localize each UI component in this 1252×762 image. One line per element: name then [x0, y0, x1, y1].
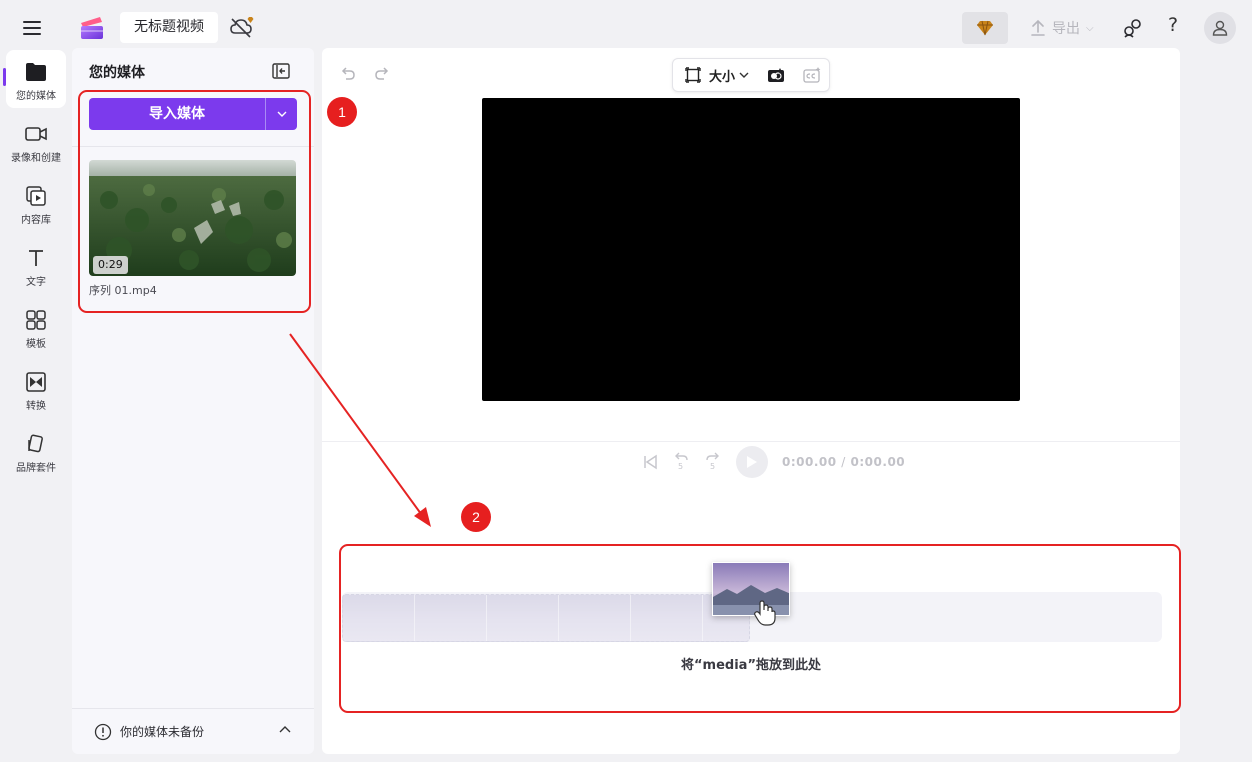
collapse-panel-icon[interactable] — [272, 63, 290, 79]
backup-notice-text: 你的媒体未备份 — [120, 725, 205, 739]
rail-label: 内容库 — [21, 215, 51, 226]
rail-label: 您的媒体 — [16, 91, 56, 102]
drop-hint: 将“media”拖放到此处 — [681, 658, 821, 673]
rail-item-text[interactable]: 文字 — [6, 236, 66, 294]
hand-cursor-icon — [752, 598, 778, 628]
import-media-label[interactable]: 导入媒体 — [89, 98, 265, 130]
file-name: 序列 01.mp4 — [89, 284, 157, 297]
chevron-up-icon[interactable] — [278, 723, 292, 737]
current-time: 0:00.00 — [782, 455, 837, 469]
redo-icon[interactable] — [374, 66, 390, 82]
rail-label: 品牌套件 — [16, 463, 56, 474]
export-button[interactable]: 导出 ⌵ — [1030, 14, 1094, 42]
forward-seconds: 5 — [710, 462, 716, 471]
divider — [322, 441, 1180, 442]
rail-item-your-media[interactable]: 您的媒体 — [6, 50, 66, 108]
play-button[interactable] — [736, 446, 768, 478]
info-icon — [94, 723, 112, 741]
text-icon — [25, 248, 47, 268]
export-label: 导出 — [1052, 21, 1080, 37]
video-canvas[interactable] — [482, 98, 1020, 401]
time-separator: / — [841, 455, 846, 469]
help-icon[interactable]: ? — [1162, 14, 1184, 42]
folder-icon — [25, 62, 47, 82]
app-logo-icon — [78, 14, 106, 42]
divider — [72, 146, 314, 147]
rail-label: 模板 — [26, 339, 46, 350]
backup-notice[interactable]: 你的媒体未备份 — [72, 708, 314, 754]
rail-label: 转换 — [26, 401, 46, 412]
rail-item-brand-kit[interactable]: 品牌套件 — [6, 422, 66, 480]
rail-label: 录像和创建 — [11, 153, 61, 164]
rail-item-templates[interactable]: 模板 — [6, 298, 66, 356]
templates-icon — [25, 310, 47, 330]
user-avatar[interactable] — [1204, 12, 1236, 44]
upload-icon — [1030, 19, 1046, 37]
rail-label: 文字 — [26, 277, 46, 288]
skip-to-start-icon[interactable] — [642, 454, 658, 470]
rail-item-content-library[interactable]: 内容库 — [6, 174, 66, 232]
forward-5-icon[interactable]: 5 — [704, 452, 722, 472]
undo-icon[interactable] — [340, 66, 356, 82]
share-icon[interactable] — [1120, 16, 1144, 40]
user-icon — [1211, 19, 1229, 37]
premium-diamond-icon — [976, 20, 994, 36]
annotation-badge-2: 2 — [461, 502, 491, 532]
rewind-5-icon[interactable]: 5 — [672, 452, 690, 472]
chevron-down-icon — [277, 111, 287, 117]
rail-item-transitions[interactable]: 转换 — [6, 360, 66, 418]
play-icon — [746, 455, 758, 469]
captions-icon[interactable] — [803, 67, 821, 83]
editor-stage: 大小 5 5 0:00.00 / 0:00.00 将“media”拖放到此处 — [322, 48, 1180, 754]
drag-ghost-clip — [342, 594, 750, 642]
duration-badge: 0:29 — [93, 256, 128, 274]
dragged-media-thumbnail — [712, 562, 790, 616]
ai-color-icon[interactable] — [767, 67, 785, 83]
video-camera-icon — [25, 124, 47, 144]
media-thumbnail: 0:29 — [89, 160, 296, 276]
canvas-toolbar: 大小 — [672, 58, 830, 92]
media-item[interactable]: 0:29 序列 01.mp4 — [89, 160, 297, 298]
project-title[interactable]: 无标题视频 — [120, 12, 218, 43]
media-panel: 您的媒体 导入媒体 0:29 序列 01.mp4 你的媒体未备份 — [72, 48, 314, 754]
size-button[interactable]: 大小 — [709, 66, 735, 85]
import-media-button: 导入媒体 — [89, 98, 297, 130]
menu-icon[interactable] — [20, 16, 44, 40]
premium-button[interactable] — [962, 12, 1008, 44]
resize-icon — [685, 67, 701, 83]
content-library-icon — [25, 186, 47, 206]
rewind-seconds: 5 — [678, 462, 684, 471]
transitions-icon — [25, 372, 47, 392]
import-options-dropdown[interactable] — [265, 98, 297, 130]
cloud-off-icon[interactable] — [228, 14, 256, 40]
playback-controls: 5 5 0:00.00 / 0:00.00 — [642, 446, 905, 478]
rail-item-record-create[interactable]: 录像和创建 — [6, 112, 66, 170]
annotation-badge-1: 1 — [327, 97, 357, 127]
brand-kit-icon — [25, 434, 47, 454]
chevron-down-icon[interactable] — [739, 72, 749, 78]
timecode: 0:00.00 / 0:00.00 — [782, 455, 905, 469]
total-time: 0:00.00 — [850, 455, 906, 469]
chevron-down-icon: ⌵ — [1086, 22, 1094, 34]
panel-title: 您的媒体 — [89, 65, 145, 81]
